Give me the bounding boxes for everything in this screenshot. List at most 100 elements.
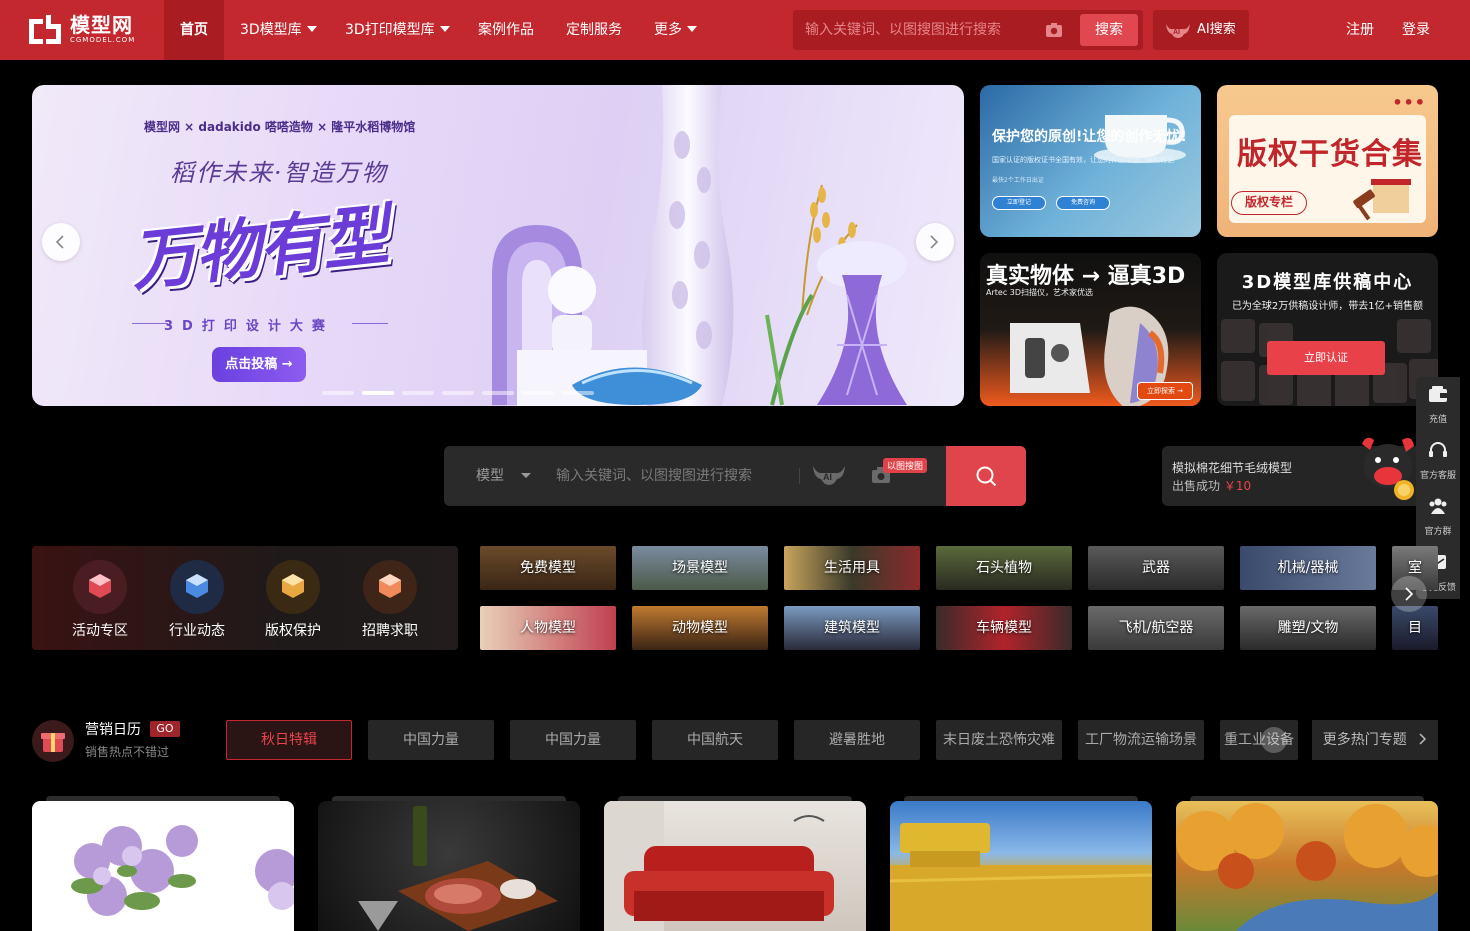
group-icon [1429, 498, 1447, 514]
cat-free-models[interactable]: 免费模型 [480, 546, 616, 590]
gift-icon [41, 733, 65, 752]
cat-weapons[interactable]: 武器 [1088, 546, 1224, 590]
cat-daily-items[interactable]: 生活用具 [784, 546, 920, 590]
more-topics-link[interactable]: 更多热门专题 [1312, 720, 1438, 760]
quick-jobs-circle [363, 560, 417, 614]
cat-animal-models[interactable]: 动物模型 [632, 606, 768, 650]
banner-dot[interactable] [402, 391, 434, 395]
quick-jobs[interactable]: 招聘求职 [350, 560, 430, 640]
tile3-explore-button[interactable]: 立即探索 → [1137, 382, 1193, 400]
main-search-input[interactable]: 输入关键词、以图搜图进行搜索 [556, 446, 752, 506]
svg-text:AI: AI [1173, 29, 1180, 36]
banner-dot[interactable] [442, 391, 474, 395]
nav-3d-models-label: 3D模型库 [240, 22, 302, 38]
ai-search-button[interactable]: AI AI搜索 [1153, 10, 1249, 50]
card-autumn-river-image [1176, 803, 1438, 931]
topic-china-power-2[interactable]: 中国力量 [510, 720, 636, 760]
cat-partial-2[interactable]: 目 [1392, 606, 1438, 650]
ai-bull-icon[interactable]: AI [812, 464, 846, 486]
category-next-button[interactable] [1391, 576, 1427, 612]
topic-summer-resort[interactable]: 避暑胜地 [794, 720, 920, 760]
marketing-calendar-subtitle: 销售热点不错过 [85, 745, 170, 759]
nav-3d-models[interactable]: 3D模型库 [240, 0, 317, 60]
banner-slogan: 稻作未来·智造万物 [170, 159, 388, 187]
cat-character-models[interactable]: 人物模型 [480, 606, 616, 650]
hero-banner[interactable]: 模型网 × dadakido 嗒嗒造物 × 隆平水稻博物馆 稻作未来·智造万物 … [32, 85, 964, 406]
nav-home-label: 首页 [180, 22, 208, 38]
banner-dot[interactable] [322, 391, 354, 395]
nav-more-label: 更多 [654, 22, 682, 38]
model-card-wheatfield[interactable] [890, 801, 1152, 931]
tile3-subtitle: Artec 3D扫描仪，艺术家优选 [986, 288, 1094, 297]
search-type-select[interactable]: 模型 [476, 446, 504, 506]
tile-3d-scanner[interactable]: 真实物体 → 逼真3D Artec 3D扫描仪，艺术家优选 立即探索 → [980, 253, 1201, 406]
banner-submit-button[interactable]: 点击投稿 → [212, 347, 306, 382]
float-recharge[interactable]: 充值 [1416, 377, 1460, 433]
cat-sculpture[interactable]: 雕塑/文物 [1240, 606, 1376, 650]
float-service[interactable]: 官方客服 [1416, 433, 1460, 489]
quick-copyright[interactable]: 版权保护 [253, 560, 333, 640]
model-card-steak[interactable] [318, 801, 580, 931]
marketing-go-badge[interactable]: GO [150, 721, 180, 737]
top-search-button[interactable]: 搜索 [1080, 14, 1138, 46]
model-card-autumn-river[interactable] [1176, 801, 1438, 931]
topic-autumn-active[interactable]: 秋日特辑 [226, 720, 352, 760]
cat-machinery[interactable]: 机械/器械 [1240, 546, 1376, 590]
tile1-register-button[interactable]: 立即登记 [992, 196, 1046, 210]
model-card-lilac[interactable] [32, 801, 294, 931]
tile-copyright-register[interactable]: 保护您的原创!让您的创作无忧! 国家认证的版权证书全国有效，让您的作品增值、维权… [980, 85, 1201, 237]
banner-next-button[interactable] [916, 223, 954, 261]
register-link[interactable]: 注册 [1346, 0, 1374, 60]
tile4-certify-button[interactable]: 立即认证 [1267, 341, 1385, 375]
tile2-tag[interactable]: 版权专栏 [1231, 191, 1307, 215]
logo-text-en: CGMODEL.COM [70, 36, 136, 44]
float-service-label: 官方客服 [1419, 471, 1456, 481]
banner-pagination [322, 391, 594, 395]
nav-home[interactable]: 首页 [164, 0, 224, 60]
marketing-calendar-icon [32, 720, 74, 762]
topic-factory-logistics[interactable]: 工厂物流运输场景 [1078, 720, 1204, 760]
card-sofa-image [604, 801, 834, 931]
quick-jobs-label: 招聘求职 [362, 623, 418, 639]
quick-activities[interactable]: 活动专区 [60, 560, 140, 640]
float-group[interactable]: 官方群 [1416, 489, 1460, 545]
nav-custom-service[interactable]: 定制服务 [566, 0, 622, 60]
cat-scene-models[interactable]: 场景模型 [632, 546, 768, 590]
cat-architecture-models[interactable]: 建筑模型 [784, 606, 920, 650]
login-link[interactable]: 登录 [1402, 0, 1430, 60]
cat-vehicle-models[interactable]: 车辆模型 [936, 606, 1072, 650]
chevron-right-icon [1419, 733, 1427, 745]
sold-item-name: 模拟棉花细节毛绒模型 [1172, 461, 1293, 475]
tile-copyright-articles[interactable]: ••• 版权干货合集 版权专栏 [1217, 85, 1438, 237]
nav-more[interactable]: 更多 [654, 0, 697, 60]
cube-gold-icon [282, 574, 304, 598]
caret-down-icon [521, 473, 531, 478]
top-search-input[interactable]: 输入关键词、以图搜图进行搜索 [805, 10, 1001, 50]
logo-text-cn: 模型网 [70, 13, 133, 37]
site-logo[interactable]: 模型网 CGMODEL.COM [26, 12, 148, 46]
main-search-button[interactable] [946, 446, 1026, 506]
topic-wasteland[interactable]: 末日废土恐怖灾难 [936, 720, 1062, 760]
tile1-subtitle2: 最快2个工作日出证 [992, 177, 1044, 184]
tile2-title: 版权干货合集 [1237, 137, 1423, 172]
nav-3d-print-label: 3D打印模型库 [345, 22, 435, 38]
main-search-box: 模型 输入关键词、以图搜图进行搜索 AI 以图搜图 [444, 446, 1026, 506]
headset-icon [1429, 442, 1447, 457]
tile1-consult-button[interactable]: 免费咨询 [1056, 196, 1110, 210]
banner-dot[interactable] [562, 391, 594, 395]
topic-china-power[interactable]: 中国力量 [368, 720, 494, 760]
model-card-sofa[interactable] [604, 801, 866, 931]
nav-3d-print-models[interactable]: 3D打印模型库 [345, 0, 450, 60]
banner-dot[interactable] [482, 391, 514, 395]
banner-dot-active[interactable] [362, 391, 394, 395]
banner-prev-button[interactable] [42, 223, 80, 261]
nav-cases[interactable]: 案例作品 [478, 0, 534, 60]
quick-industry-news[interactable]: 行业动态 [157, 560, 237, 640]
cat-stone-plants[interactable]: 石头植物 [936, 546, 1072, 590]
camera-icon[interactable] [1045, 22, 1063, 38]
topic-scroll-button[interactable] [1261, 727, 1287, 753]
banner-dot[interactable] [522, 391, 554, 395]
cat-aircraft[interactable]: 飞机/航空器 [1088, 606, 1224, 650]
topic-china-aerospace[interactable]: 中国航天 [652, 720, 778, 760]
tile-supplier-center[interactable]: 3D模型库供稿中心 已为全球2万供稿设计师，带去1亿+销售额 立即认证 [1217, 253, 1438, 406]
